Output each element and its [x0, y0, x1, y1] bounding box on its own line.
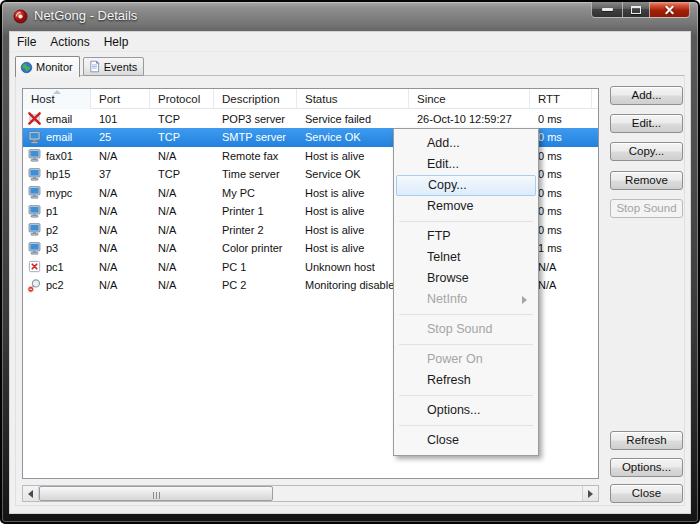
service-failed-icon [27, 111, 42, 126]
submenu-arrow-icon [522, 296, 527, 304]
column-header-host[interactable]: Host [23, 89, 91, 109]
context-item-edit[interactable]: Edit... [396, 154, 536, 175]
context-menu: Add...Edit...Copy...Remove FTPTelnetBrows… [393, 128, 539, 456]
column-header-protocol[interactable]: Protocol [150, 89, 214, 109]
scroll-left-icon [28, 490, 33, 498]
host-computer-icon [27, 222, 42, 237]
menu-file[interactable]: File [10, 32, 43, 51]
context-item-ftp[interactable]: FTP [396, 226, 536, 247]
scrollbar-track[interactable] [39, 486, 582, 501]
caption-buttons [591, 2, 690, 18]
client-area: FileActionsHelp MonitorEvents HostPortPr… [10, 32, 690, 513]
context-item-add[interactable]: Add... [396, 133, 536, 154]
window-title: NetGong - Details [34, 2, 137, 29]
column-header-status[interactable]: Status [297, 89, 409, 109]
host-computer-icon [27, 185, 42, 200]
context-item-options[interactable]: Options... [396, 400, 536, 421]
tab-monitor[interactable]: Monitor [15, 56, 80, 77]
maximize-button[interactable] [623, 2, 649, 18]
scroll-right-icon [588, 490, 593, 498]
context-item-power-on: Power On [396, 349, 536, 370]
context-item-remove[interactable]: Remove [396, 196, 536, 217]
tab-events[interactable]: Events [83, 57, 145, 76]
remove-button[interactable]: Remove [610, 171, 683, 190]
maximize-icon [631, 6, 641, 14]
window-frame: NetGong - Details FileActionsHelp Monito… [0, 0, 700, 524]
context-item-refresh[interactable]: Refresh [396, 370, 536, 391]
menubar: FileActionsHelp [10, 32, 690, 52]
menu-separator [394, 391, 538, 400]
host-row-email[interactable]: email101TCPPOP3 serverService failed26-O… [23, 110, 598, 129]
menu-separator [394, 217, 538, 226]
edit-button[interactable]: Edit... [610, 114, 683, 133]
host-computer-icon [27, 167, 42, 182]
copy-button[interactable]: Copy... [610, 142, 683, 161]
monitoring-disabled-icon [27, 278, 42, 293]
host-computer-icon [27, 130, 42, 145]
options-button[interactable]: Options... [610, 458, 683, 477]
scroll-left-button[interactable] [23, 486, 39, 501]
menu-help[interactable]: Help [97, 32, 136, 51]
context-item-netinfo: NetInfo [396, 289, 536, 310]
stop-sound-button[interactable]: Stop Sound [610, 199, 683, 218]
column-header-port[interactable]: Port [91, 89, 150, 109]
column-header-description[interactable]: Description [214, 89, 297, 109]
scroll-right-button[interactable] [582, 486, 598, 501]
minimize-button[interactable] [591, 2, 623, 18]
refresh-button[interactable]: Refresh [610, 431, 683, 450]
menu-separator [394, 340, 538, 349]
sort-ascending-icon [53, 90, 61, 94]
menu-actions[interactable]: Actions [43, 32, 96, 51]
host-computer-icon [27, 148, 42, 163]
netgong-window: NetGong - Details FileActionsHelp Monito… [0, 0, 700, 524]
context-item-copy[interactable]: Copy... [396, 175, 536, 196]
titlebar[interactable]: NetGong - Details [2, 2, 698, 30]
unknown-host-icon [27, 259, 42, 274]
menu-separator [394, 421, 538, 430]
menu-separator [394, 310, 538, 319]
context-item-telnet[interactable]: Telnet [396, 247, 536, 268]
tab-page: HostPortProtocolDescriptionStatusSinceRT… [15, 75, 685, 506]
column-header-rtt[interactable]: RTT [530, 89, 592, 109]
column-header-since[interactable]: Since [409, 89, 530, 109]
scrollbar-thumb[interactable] [39, 486, 273, 501]
netgong-logo-icon [13, 9, 28, 24]
list-header: HostPortProtocolDescriptionStatusSinceRT… [23, 89, 598, 109]
tabstrip: MonitorEvents [15, 55, 144, 76]
add-button[interactable]: Add... [610, 86, 683, 105]
context-item-stop-sound: Stop Sound [396, 319, 536, 340]
context-item-close[interactable]: Close [396, 430, 536, 451]
host-computer-icon [27, 204, 42, 219]
host-computer-icon [27, 241, 42, 256]
close-button[interactable] [649, 2, 690, 18]
scrollbar-grip [152, 485, 161, 503]
context-item-browse[interactable]: Browse [396, 268, 536, 289]
globe-icon [20, 61, 33, 74]
document-icon [88, 60, 101, 73]
close-button[interactable]: Close [610, 484, 683, 503]
minimize-icon [602, 8, 613, 11]
horizontal-scrollbar[interactable] [22, 485, 599, 502]
close-icon [664, 4, 675, 15]
